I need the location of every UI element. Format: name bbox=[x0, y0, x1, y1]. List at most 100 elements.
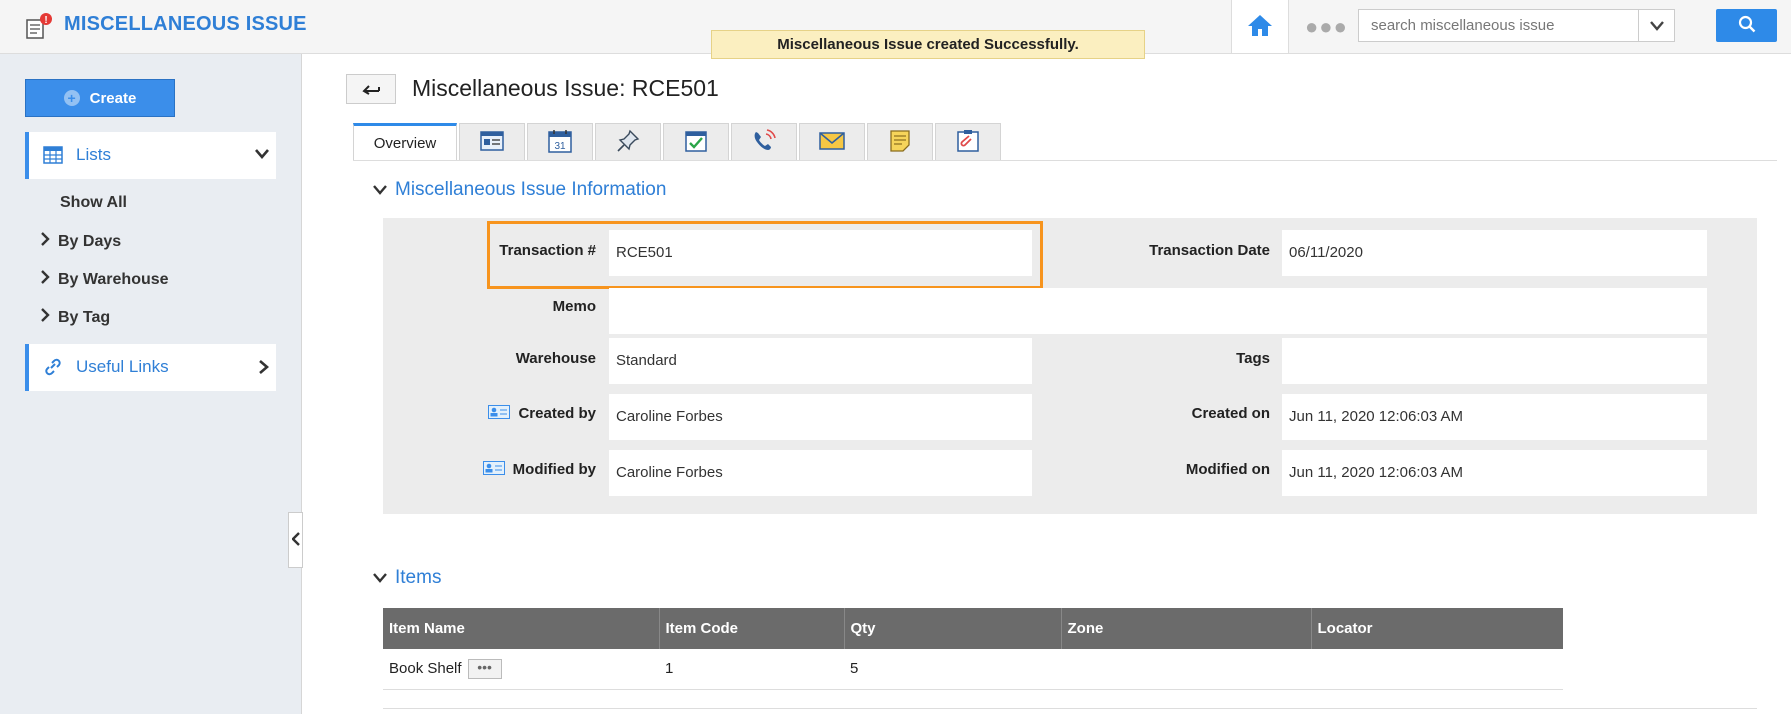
cell-qty: 5 bbox=[844, 649, 1061, 690]
chevron-down-icon bbox=[373, 179, 387, 201]
search-icon bbox=[1738, 15, 1756, 36]
back-arrow-icon bbox=[362, 79, 380, 100]
warehouse-label: Warehouse bbox=[515, 350, 596, 367]
chevron-right-icon bbox=[40, 232, 54, 251]
chevron-right-icon bbox=[40, 308, 54, 327]
tab-overview[interactable]: Overview bbox=[353, 123, 457, 161]
pin-icon bbox=[616, 129, 640, 156]
column-header-zone[interactable]: Zone bbox=[1061, 608, 1312, 649]
created-on-label: Created on bbox=[1191, 405, 1270, 422]
cell-item-code: 1 bbox=[659, 649, 844, 690]
transaction-date-label: Transaction Date bbox=[1149, 242, 1270, 259]
chevron-down-icon bbox=[1649, 18, 1664, 34]
column-header-qty[interactable]: Qty bbox=[844, 608, 1062, 649]
link-icon bbox=[43, 358, 63, 379]
search-dropdown-button[interactable] bbox=[1638, 10, 1674, 41]
tab-attachments[interactable] bbox=[935, 123, 1001, 161]
create-button-label: Create bbox=[89, 89, 137, 107]
search-box bbox=[1358, 9, 1675, 42]
tabs-divider bbox=[353, 160, 1777, 161]
table-header-row: Item Name Item Code Qty Zone Locator bbox=[383, 608, 1563, 649]
column-header-locator[interactable]: Locator bbox=[1311, 608, 1563, 649]
issue-document-icon: ! bbox=[24, 12, 54, 42]
note-icon bbox=[889, 129, 911, 156]
back-button[interactable] bbox=[346, 74, 396, 104]
tab-pin[interactable] bbox=[595, 123, 661, 161]
created-on-value: Jun 11, 2020 12:06:03 AM bbox=[1282, 394, 1707, 440]
sidebar-link-by-days[interactable]: By Days bbox=[40, 232, 121, 251]
app-title: MISCELLANEOUS ISSUE bbox=[64, 13, 307, 35]
modified-by-value: Caroline Forbes bbox=[609, 450, 1032, 496]
warehouse-value: Standard bbox=[609, 338, 1032, 384]
items-section-header[interactable]: Items bbox=[373, 567, 441, 589]
chevron-right-icon bbox=[258, 359, 270, 378]
transaction-date-value: 06/11/2020 bbox=[1282, 230, 1707, 276]
info-section-title: Miscellaneous Issue Information bbox=[395, 179, 667, 200]
tab-calls[interactable] bbox=[731, 123, 797, 161]
memo-value bbox=[609, 288, 1707, 334]
item-name-text: Book Shelf bbox=[389, 659, 462, 677]
table-row: Book Shelf ••• 1 5 bbox=[383, 649, 1563, 690]
home-button[interactable] bbox=[1231, 0, 1289, 53]
created-by-label-text: Created by bbox=[518, 405, 596, 422]
success-toast: Miscellaneous Issue created Successfully… bbox=[711, 30, 1145, 59]
more-options-icon[interactable]: ●●● bbox=[1305, 14, 1348, 40]
row-more-button[interactable]: ••• bbox=[467, 658, 502, 679]
cell-locator bbox=[1311, 649, 1563, 690]
useful-links-label: Useful Links bbox=[76, 357, 169, 376]
memo-label: Memo bbox=[552, 298, 596, 315]
user-card-icon bbox=[488, 405, 511, 423]
tab-tasks[interactable] bbox=[663, 123, 729, 161]
search-input[interactable] bbox=[1359, 10, 1639, 41]
modified-on-value: Jun 11, 2020 12:06:03 AM bbox=[1282, 450, 1707, 496]
modified-by-label: Modified by bbox=[440, 461, 596, 479]
column-header-item-code[interactable]: Item Code bbox=[659, 608, 845, 649]
sidebar-link-label: Show All bbox=[60, 194, 127, 211]
chevron-down-icon bbox=[373, 567, 387, 589]
tab-notes[interactable] bbox=[867, 123, 933, 161]
home-icon bbox=[1247, 13, 1273, 40]
created-by-label: Created by bbox=[440, 405, 596, 423]
tags-label: Tags bbox=[1236, 350, 1270, 367]
checklist-icon bbox=[684, 129, 708, 156]
cell-zone bbox=[1061, 649, 1311, 690]
create-button[interactable]: + Create bbox=[25, 79, 175, 117]
tab-calendar[interactable]: 31 bbox=[527, 123, 593, 161]
mail-icon bbox=[819, 131, 845, 154]
useful-links-panel-header[interactable]: Useful Links bbox=[25, 344, 276, 391]
lists-label: Lists bbox=[76, 145, 111, 164]
modified-on-label: Modified on bbox=[1185, 461, 1270, 478]
table-grid-icon bbox=[43, 146, 63, 167]
info-section-header[interactable]: Miscellaneous Issue Information bbox=[373, 179, 666, 201]
page-title: Miscellaneous Issue: RCE501 bbox=[412, 75, 719, 101]
created-by-value: Caroline Forbes bbox=[609, 394, 1032, 440]
sidebar-link-by-warehouse[interactable]: By Warehouse bbox=[40, 270, 169, 289]
sidebar: + Create Lists Show All By Days By Wareh… bbox=[0, 54, 303, 714]
record-tabs: Overview 31 bbox=[353, 123, 1003, 161]
user-card-icon bbox=[482, 461, 505, 479]
sidebar-link-label: By Warehouse bbox=[58, 271, 169, 288]
sidebar-collapse-button[interactable] bbox=[288, 512, 303, 568]
items-table: Item Name Item Code Qty Zone Locator Boo… bbox=[383, 608, 1563, 690]
column-header-item-name[interactable]: Item Name bbox=[383, 608, 660, 649]
items-section-title: Items bbox=[395, 567, 442, 588]
cell-item-name: Book Shelf ••• bbox=[383, 649, 659, 690]
chevron-down-icon bbox=[254, 147, 270, 163]
chevron-right-icon bbox=[40, 270, 54, 289]
phone-icon bbox=[751, 129, 777, 156]
calendar-day: 31 bbox=[554, 141, 566, 152]
tags-value bbox=[1282, 338, 1707, 384]
card-icon bbox=[480, 130, 504, 155]
sidebar-link-by-tag[interactable]: By Tag bbox=[40, 308, 110, 327]
tab-email[interactable] bbox=[799, 123, 865, 161]
sidebar-link-label: By Tag bbox=[58, 309, 111, 326]
sidebar-link-show-all[interactable]: Show All bbox=[60, 194, 127, 212]
plus-icon: + bbox=[63, 90, 80, 106]
search-button[interactable] bbox=[1716, 9, 1777, 42]
chevron-left-icon bbox=[290, 531, 300, 549]
attachment-icon bbox=[956, 129, 980, 156]
tab-details[interactable] bbox=[459, 123, 525, 161]
lists-panel-header[interactable]: Lists bbox=[25, 132, 276, 179]
highlight-box bbox=[487, 221, 1043, 289]
section-divider bbox=[383, 708, 1757, 709]
